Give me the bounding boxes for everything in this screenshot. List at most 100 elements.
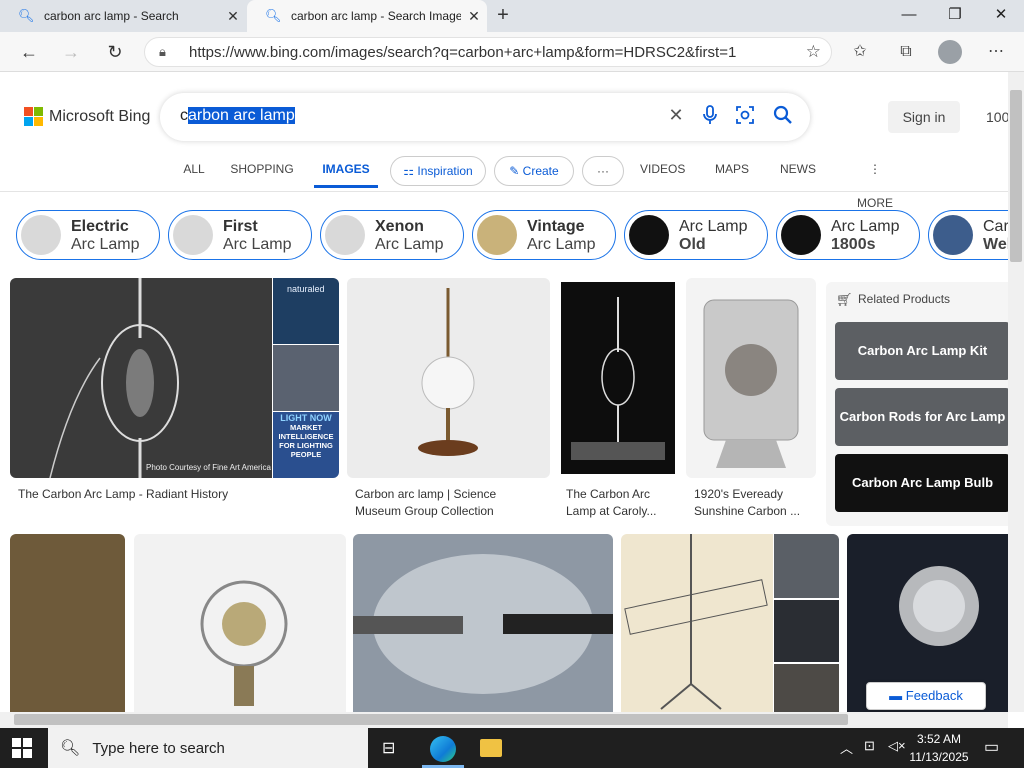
- search-input[interactable]: carbon arc lamp: [180, 107, 295, 125]
- notifications-icon[interactable]: ▭: [984, 737, 999, 757]
- favorite-star-icon[interactable]: ☆: [806, 42, 821, 62]
- favorites-icon[interactable]: ✩: [846, 40, 874, 64]
- chip-carbon-welding[interactable]: Car Wel: [928, 210, 1008, 260]
- caption-line: Sunshine Carbon ...: [694, 504, 801, 518]
- result-image-glass-bulb[interactable]: [353, 534, 613, 712]
- feedback-button[interactable]: ▬ Feedback: [866, 682, 986, 710]
- result-image-eveready[interactable]: [686, 278, 816, 478]
- product-carbon-arc-lamp-bulb[interactable]: Carbon Arc Lamp Bulb: [835, 454, 1010, 512]
- search-submit-icon[interactable]: [771, 105, 795, 130]
- chip-line2: Wel: [983, 236, 1008, 253]
- chip-electric-arc-lamp[interactable]: Electric Arc Lamp: [16, 210, 160, 260]
- refresh-button[interactable]: ↻: [100, 38, 130, 66]
- microphone-icon[interactable]: [698, 105, 722, 130]
- result-image-carolyn[interactable]: [561, 282, 675, 474]
- cart-icon: 🛒︎: [836, 292, 853, 307]
- restore-button[interactable]: ❐: [932, 0, 978, 32]
- result-caption[interactable]: Carbon arc lamp | Science Museum Group Co…: [355, 486, 496, 520]
- query-prefix: c: [180, 107, 188, 124]
- visual-search-icon[interactable]: [733, 105, 757, 130]
- chip-line2: Old: [679, 236, 706, 253]
- sign-in-button[interactable]: Sign in: [888, 101, 960, 133]
- ad-line: FOR LIGHTING: [279, 441, 333, 450]
- profile-avatar[interactable]: [938, 40, 962, 64]
- bing-logo[interactable]: Microsoft Bing: [24, 107, 150, 126]
- scope-all[interactable]: ALL: [178, 152, 210, 188]
- result-image-stand-drawing[interactable]: [621, 534, 773, 712]
- network-icon[interactable]: ⊡: [864, 738, 875, 754]
- settings-more-icon[interactable]: ⋯: [982, 40, 1010, 64]
- show-hidden-icons-chevron-icon[interactable]: ︿: [840, 738, 853, 757]
- rewards-points[interactable]: 100: [986, 109, 1009, 125]
- file-explorer-icon[interactable]: [480, 739, 502, 757]
- product-carbon-arc-lamp-kit[interactable]: Carbon Arc Lamp Kit: [835, 322, 1010, 380]
- chip-vintage-arc-lamp[interactable]: Vintage Arc Lamp: [472, 210, 616, 260]
- result-image-radiant-history[interactable]: Photo Courtesy of Fine Art America: [10, 278, 272, 478]
- inspiration-label: Inspiration: [417, 164, 473, 178]
- thumb-lamp-post[interactable]: [774, 664, 839, 712]
- close-window-button[interactable]: ✕: [978, 0, 1024, 32]
- vertical-scroll-thumb[interactable]: [1010, 90, 1022, 262]
- task-view-icon[interactable]: ⊟: [382, 738, 395, 758]
- close-tab-icon[interactable]: ✕: [220, 8, 246, 25]
- thumb-naturaled[interactable]: naturaled: [273, 278, 339, 344]
- tab-search-images[interactable]: 🔍︎ carbon arc lamp - Search Images ✕: [247, 0, 487, 32]
- result-image-labeled-diagram[interactable]: [10, 534, 125, 712]
- thumb-night-lights[interactable]: [774, 600, 839, 662]
- chip-line1: Vintage: [527, 218, 585, 235]
- clear-icon[interactable]: ✕: [664, 105, 688, 126]
- back-button[interactable]: ←: [14, 38, 44, 66]
- minimize-button[interactable]: —: [886, 0, 932, 32]
- volume-muted-icon[interactable]: ◁×: [888, 738, 906, 754]
- inspiration-button[interactable]: ⚏ Inspiration: [390, 156, 486, 186]
- scope-images[interactable]: IMAGES: [314, 152, 378, 188]
- url-text[interactable]: https://www.bing.com/images/search?q=car…: [189, 44, 789, 61]
- chip-xenon-arc-lamp[interactable]: Xenon Arc Lamp: [320, 210, 464, 260]
- thumb-light-now-ad[interactable]: LIGHT NOW MARKET INTELLIGENCE FOR LIGHTI…: [273, 412, 339, 478]
- taskbar-search-box[interactable]: 🔍︎ Type here to search: [48, 728, 368, 768]
- chip-line1: Electric: [71, 218, 129, 235]
- microsoft-logo-icon: [24, 107, 43, 126]
- thumb-street-lamp[interactable]: [774, 534, 839, 598]
- chip-arc-lamp-old[interactable]: Arc Lamp Old: [624, 210, 768, 260]
- product-carbon-rods[interactable]: Carbon Rods for Arc Lamp: [835, 388, 1010, 446]
- inspiration-icon: ⚏: [403, 164, 418, 178]
- horizontal-scroll-thumb[interactable]: [14, 714, 848, 725]
- create-button[interactable]: ✎ Create: [494, 156, 574, 186]
- scope-more[interactable]: ⋮ MORE: [850, 152, 900, 210]
- caption-line: 1920's Eveready: [694, 487, 784, 501]
- windows-start-icon[interactable]: [12, 738, 32, 763]
- tab-search[interactable]: 🔍︎ carbon arc lamp - Search ✕: [0, 0, 246, 32]
- result-caption[interactable]: 1920's Eveready Sunshine Carbon ...: [694, 486, 800, 520]
- result-image-science-museum[interactable]: [347, 278, 550, 478]
- chip-line2: Arc Lamp: [375, 236, 444, 253]
- arc-lamp-illustration: [49, 278, 179, 478]
- edge-browser-icon[interactable]: [430, 736, 456, 762]
- scope-bar: ALL SHOPPING IMAGES ⚏ Inspiration ✎ Crea…: [0, 152, 1008, 210]
- scope-videos[interactable]: VIDEOS: [640, 152, 685, 188]
- more-vertical-icon: ⋮: [869, 162, 881, 176]
- chip-line2: Arc Lamp: [527, 236, 596, 253]
- thumb-bulb[interactable]: [273, 345, 339, 411]
- query-selected-text: arbon arc lamp: [188, 107, 295, 124]
- chip-thumbnail: [21, 215, 61, 255]
- forward-button[interactable]: →: [56, 38, 86, 66]
- address-bar[interactable]: 🔒︎ https://www.bing.com/images/search?q=…: [144, 37, 832, 67]
- search-icon: 🔍︎: [265, 8, 282, 23]
- more-scopes-button[interactable]: ···: [582, 156, 624, 186]
- scope-shopping[interactable]: SHOPPING: [226, 152, 298, 188]
- search-box[interactable]: carbon arc lamp ✕: [160, 93, 810, 141]
- result-caption[interactable]: The Carbon Arc Lamp at Caroly...: [566, 486, 656, 520]
- chip-first-arc-lamp[interactable]: First Arc Lamp: [168, 210, 312, 260]
- close-tab-icon[interactable]: ✕: [461, 8, 487, 25]
- system-clock[interactable]: 3:52 AM 11/13/2025: [908, 730, 970, 766]
- scope-news[interactable]: NEWS: [780, 152, 816, 188]
- collections-icon[interactable]: ⧉: [892, 40, 920, 64]
- scope-maps[interactable]: MAPS: [714, 152, 750, 188]
- result-image-fan-lamp[interactable]: [134, 534, 346, 712]
- chip-arc-lamp-1800s[interactable]: Arc Lamp 1800s: [776, 210, 920, 260]
- more-label: MORE: [857, 196, 893, 210]
- chip-thumbnail: [173, 215, 213, 255]
- result-caption[interactable]: The Carbon Arc Lamp - Radiant History: [18, 486, 228, 503]
- new-tab-button[interactable]: +: [490, 3, 516, 29]
